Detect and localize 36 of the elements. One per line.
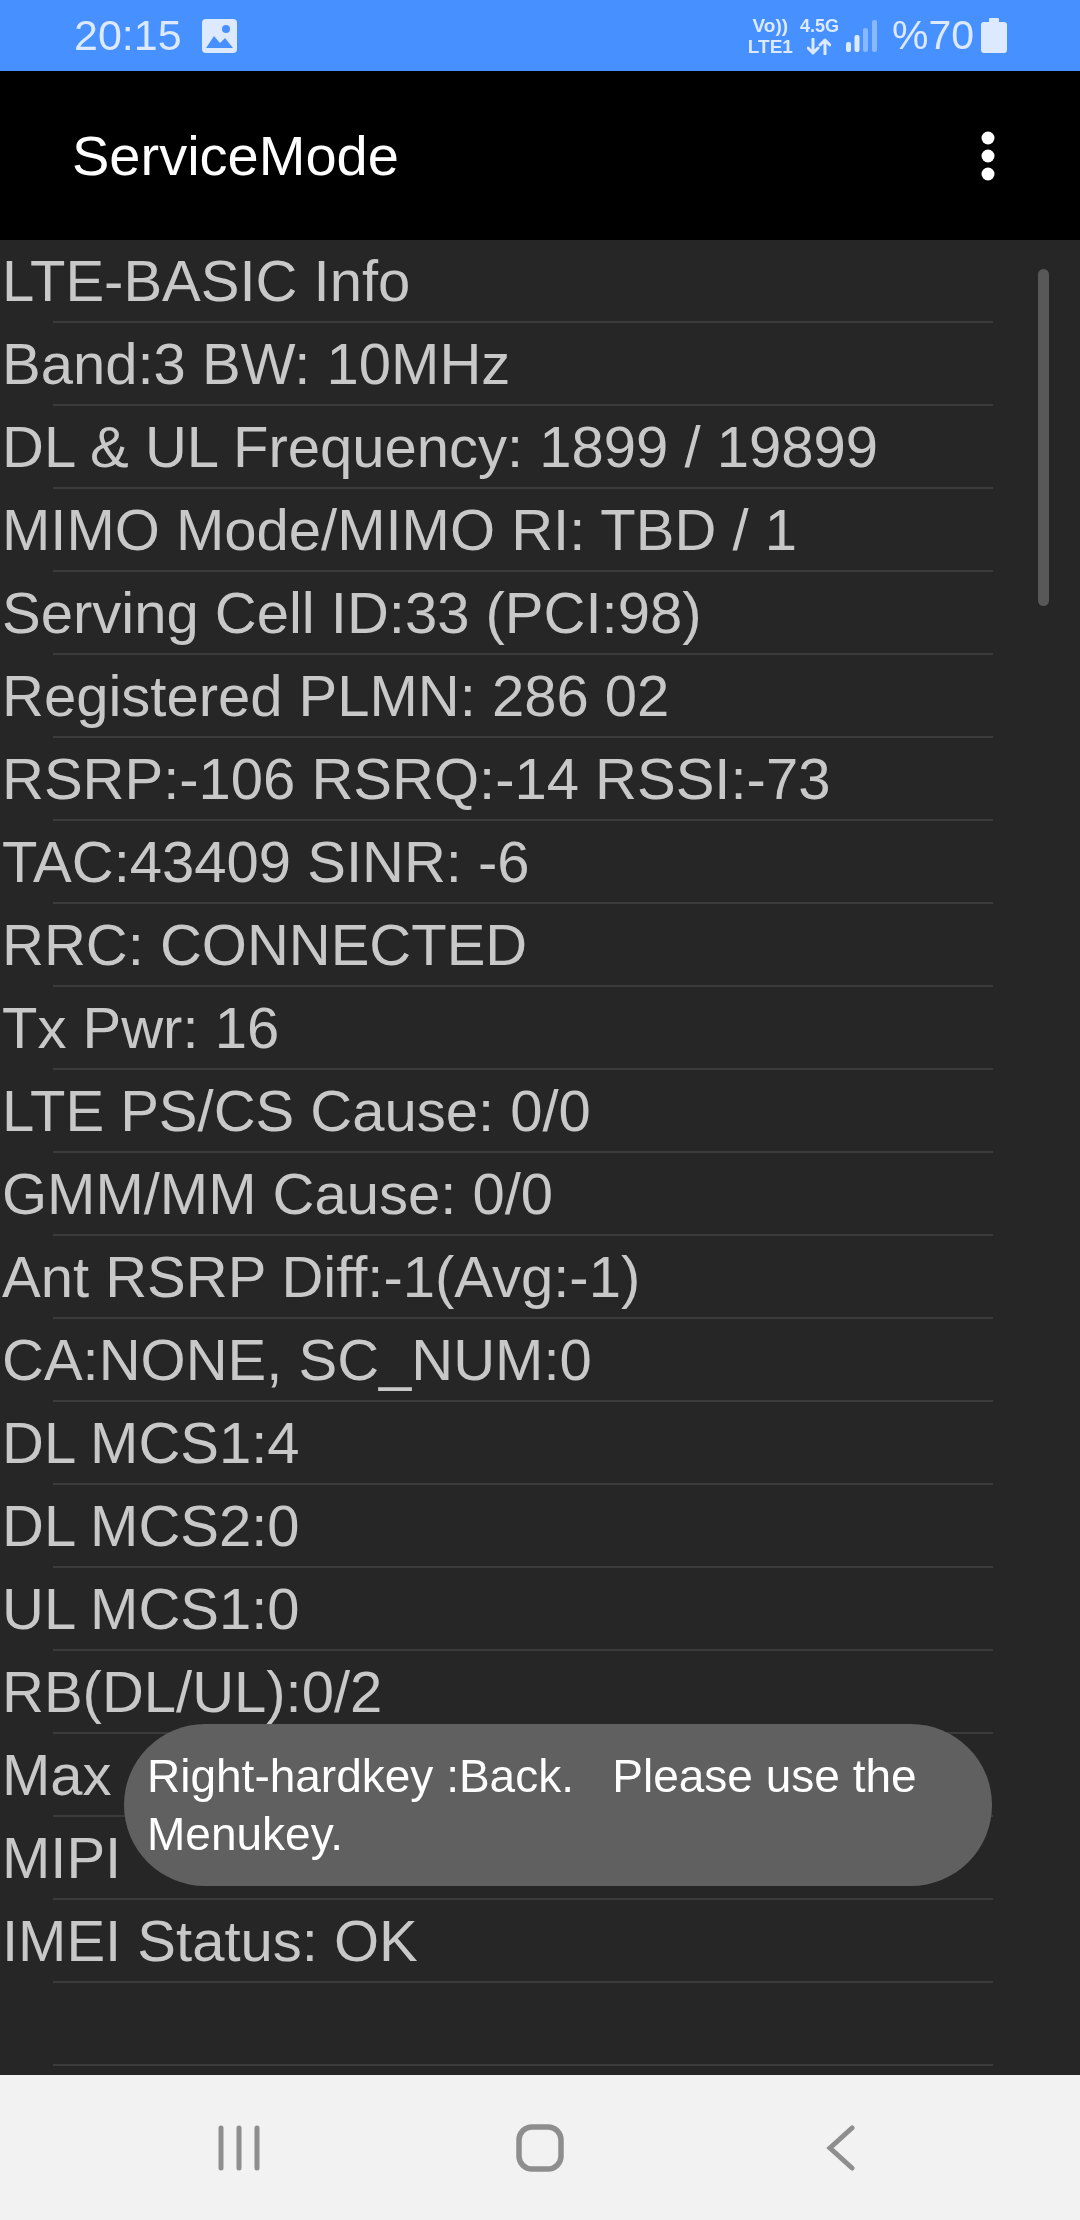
info-line: TAC:43409 SINR: -6 bbox=[2, 829, 530, 896]
battery-percent: %70 bbox=[891, 15, 974, 56]
info-line: MIPI bbox=[2, 1825, 122, 1892]
info-line: GMM/MM Cause: 0/0 bbox=[2, 1161, 554, 1228]
toast-message: Right-hardkey :Back. Please use the Menukey. bbox=[124, 1724, 992, 1886]
volte-label: Vo)) bbox=[752, 15, 789, 35]
info-line: DL & UL Frequency: 1899 / 19899 bbox=[2, 414, 878, 481]
status-time: 20:15 bbox=[74, 14, 182, 57]
overflow-menu-icon[interactable] bbox=[981, 130, 995, 181]
info-line: Band:3 BW: 10MHz bbox=[2, 331, 511, 398]
info-line: Serving Cell ID:33 (PCI:98) bbox=[2, 580, 702, 647]
app-title: ServiceMode bbox=[72, 127, 399, 184]
lte-label: LTE1 bbox=[747, 36, 793, 56]
info-line: LTE PS/CS Cause: 0/0 bbox=[2, 1078, 591, 1145]
info-line: RRC: CONNECTED bbox=[2, 912, 528, 979]
home-icon[interactable] bbox=[516, 2123, 564, 2172]
info-line: DL MCS2:0 bbox=[2, 1493, 300, 1560]
info-line: LTE-BASIC Info bbox=[2, 248, 411, 315]
info-line: MIMO Mode/MIMO RI: TBD / 1 bbox=[2, 497, 797, 564]
info-line: Max bbox=[2, 1742, 112, 1809]
info-line: IMEI Status: OK bbox=[2, 1908, 418, 1975]
info-line: RB(DL/UL):0/2 bbox=[2, 1659, 383, 1726]
battery-icon bbox=[981, 18, 1007, 53]
info-line: DL MCS1:4 bbox=[2, 1410, 300, 1477]
info-line: Tx Pwr: 16 bbox=[2, 995, 280, 1062]
back-icon[interactable] bbox=[826, 2124, 857, 2171]
info-line: UL MCS1:0 bbox=[2, 1576, 300, 1643]
info-line: RSRP:-106 RSRQ:-14 RSSI:-73 bbox=[2, 746, 831, 813]
network-type-label: 4.5G bbox=[799, 16, 839, 35]
image-icon bbox=[201, 18, 237, 53]
signal-icon bbox=[845, 19, 877, 52]
recent-apps-icon[interactable] bbox=[217, 2124, 260, 2171]
info-line: Ant RSRP Diff:-1(Avg:-1) bbox=[2, 1244, 641, 1311]
data-arrows-icon bbox=[807, 37, 832, 55]
info-line: CA:NONE, SC_NUM:0 bbox=[2, 1327, 592, 1394]
info-line: Registered PLMN: 286 02 bbox=[2, 663, 670, 730]
